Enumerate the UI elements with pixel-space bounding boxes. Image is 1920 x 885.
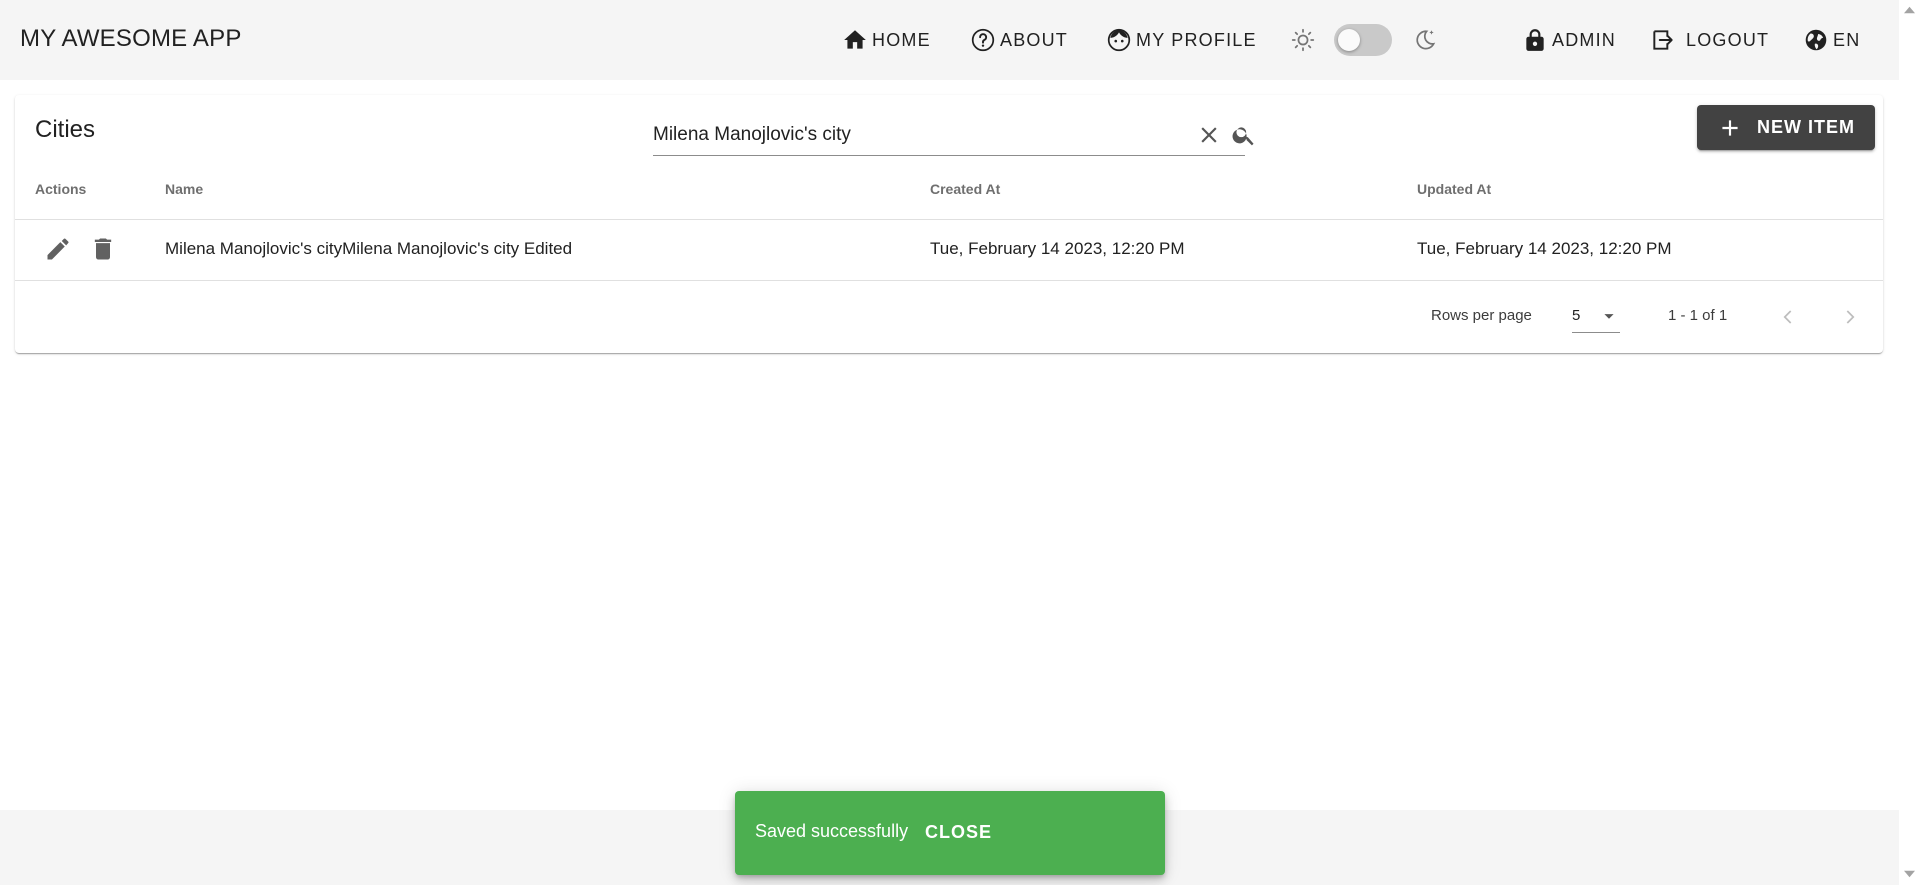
chevron-left-icon[interactable] bbox=[1775, 304, 1801, 330]
rows-per-page-label: Rows per page bbox=[1431, 307, 1532, 324]
help-circle-icon bbox=[971, 28, 995, 52]
face-icon bbox=[1107, 28, 1131, 52]
scroll-up-arrow-icon[interactable] bbox=[1904, 6, 1915, 14]
nav-profile-label: MY PROFILE bbox=[1136, 29, 1257, 50]
search-input[interactable] bbox=[653, 121, 1173, 149]
column-header-created-at[interactable]: Created At bbox=[930, 181, 1000, 197]
home-icon bbox=[844, 30, 866, 49]
cities-card: Cities NEW ITEM Actions Name Created At … bbox=[15, 95, 1883, 353]
column-header-actions: Actions bbox=[35, 181, 87, 197]
page-title: Cities bbox=[35, 116, 96, 143]
dark-mode-switch[interactable] bbox=[1334, 24, 1392, 56]
snackbar: Saved successfully CLOSE bbox=[735, 791, 1165, 875]
language-label: EN bbox=[1833, 29, 1861, 50]
sun-icon bbox=[1291, 28, 1315, 52]
nav-about-label: ABOUT bbox=[1000, 29, 1069, 50]
column-header-name[interactable]: Name bbox=[165, 181, 203, 197]
header-divider bbox=[15, 219, 1883, 220]
pagination-range: 1 - 1 of 1 bbox=[1668, 307, 1728, 324]
cell-name: Milena Manojlovic's cityMilena Manojlovi… bbox=[165, 239, 573, 258]
column-header-updated-at[interactable]: Updated At bbox=[1417, 181, 1491, 197]
cell-created-at: Tue, February 14 2023, 12:20 PM bbox=[930, 239, 1185, 258]
delete-icon[interactable] bbox=[89, 235, 117, 263]
theme-toggle-group bbox=[1290, 22, 1438, 58]
edit-icon[interactable] bbox=[44, 235, 72, 263]
rows-per-page-select[interactable]: 5 bbox=[1572, 300, 1620, 333]
scroll-down-arrow-icon[interactable] bbox=[1904, 870, 1915, 878]
nav-admin-label: ADMIN bbox=[1552, 29, 1616, 50]
search-box bbox=[653, 115, 1254, 156]
logout-icon bbox=[1653, 30, 1673, 50]
nav-logout-label: LOGOUT bbox=[1686, 29, 1770, 50]
cell-updated-at: Tue, February 14 2023, 12:20 PM bbox=[1417, 239, 1672, 258]
globe-icon bbox=[1805, 29, 1827, 51]
close-icon[interactable] bbox=[1196, 122, 1222, 148]
app-title: MY AWESOME APP bbox=[20, 25, 242, 52]
lock-icon bbox=[1526, 29, 1544, 51]
dark-mode-switch-thumb bbox=[1338, 29, 1360, 51]
nav-logout-button[interactable]: LOGOUT bbox=[1650, 23, 1769, 57]
app-bar: MY AWESOME APP HOME ABOUT MY PROFILE ADM… bbox=[0, 0, 1899, 80]
nav-profile-button[interactable]: MY PROFILE bbox=[1106, 23, 1257, 57]
new-item-button[interactable]: NEW ITEM bbox=[1697, 105, 1875, 150]
moon-icon bbox=[1416, 30, 1436, 50]
plus-icon bbox=[1722, 119, 1738, 136]
snackbar-message: Saved successfully bbox=[755, 821, 909, 841]
nav-admin-button[interactable]: ADMIN bbox=[1522, 23, 1616, 57]
chevron-right-icon[interactable] bbox=[1837, 304, 1863, 330]
language-button[interactable]: EN bbox=[1803, 23, 1860, 57]
search-icon[interactable] bbox=[1231, 122, 1257, 148]
new-item-label: NEW ITEM bbox=[1757, 117, 1855, 137]
nav-home-button[interactable]: HOME bbox=[842, 23, 931, 57]
snackbar-close-button[interactable]: CLOSE bbox=[925, 822, 992, 843]
rows-per-page-value: 5 bbox=[1572, 307, 1581, 324]
row-divider bbox=[15, 280, 1883, 281]
chevron-down-icon bbox=[1604, 314, 1614, 319]
nav-home-label: HOME bbox=[872, 29, 931, 50]
scrollbar[interactable] bbox=[1899, 0, 1920, 885]
nav-about-button[interactable]: ABOUT bbox=[970, 23, 1068, 57]
